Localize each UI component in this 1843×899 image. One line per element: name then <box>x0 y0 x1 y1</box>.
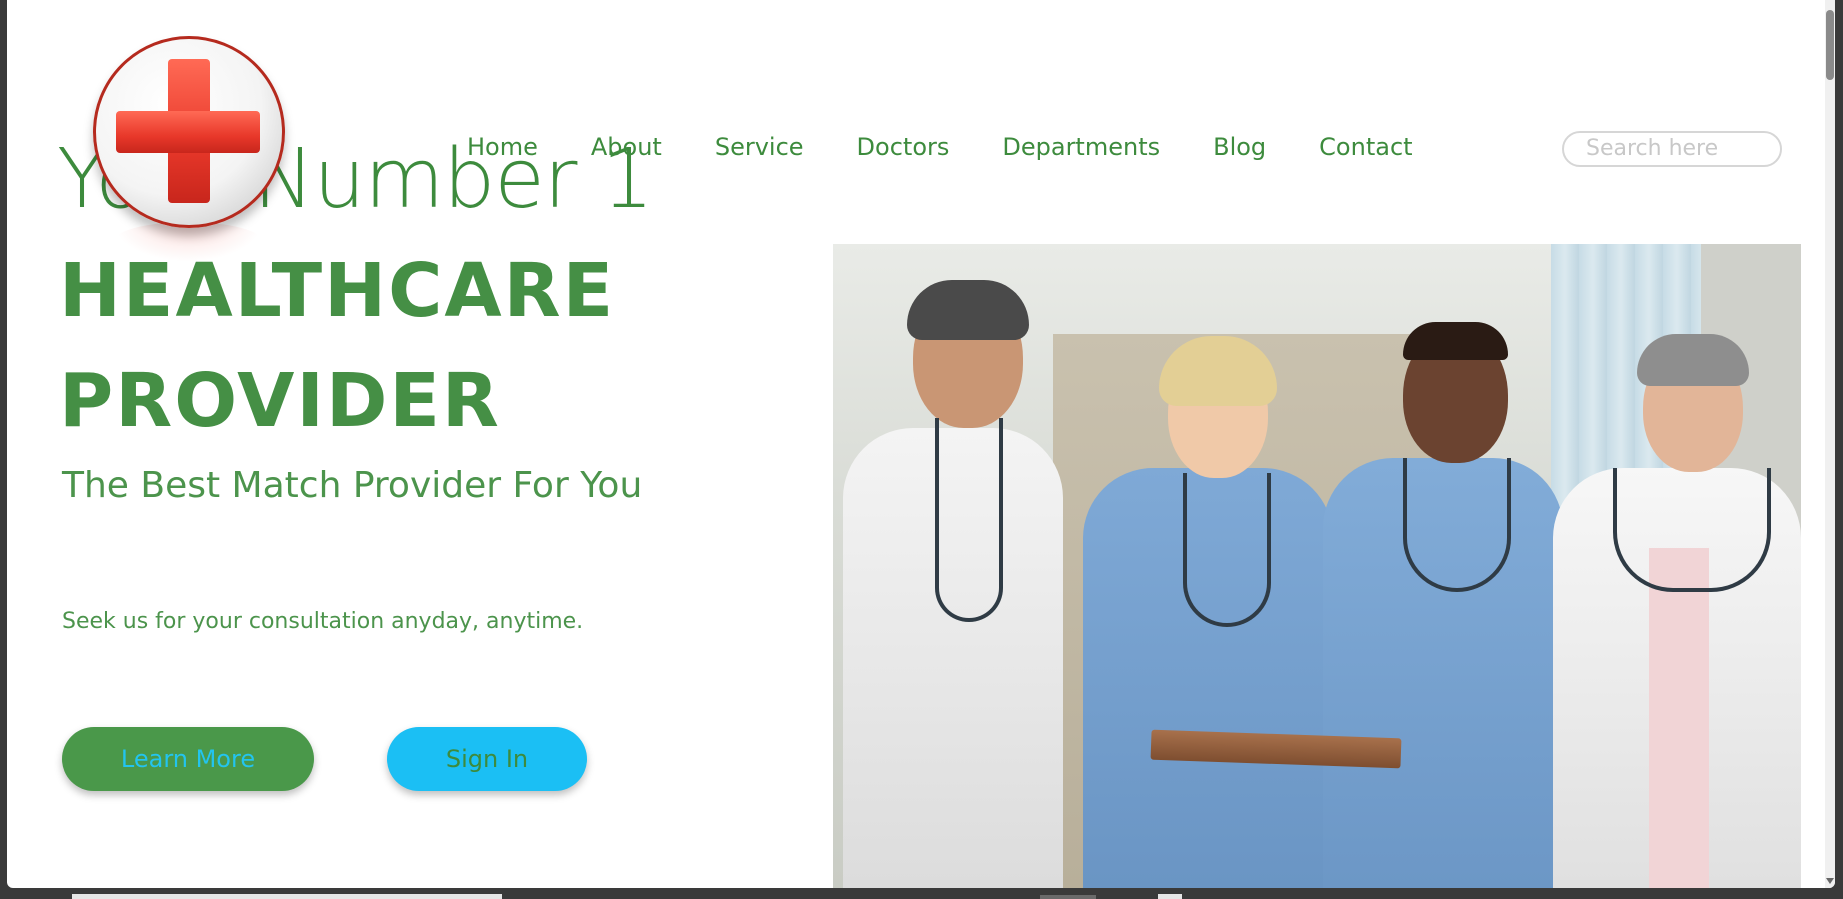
nav-departments[interactable]: Departments <box>1002 133 1160 161</box>
photo-doctor-woman <box>1553 328 1801 888</box>
medical-team-photo <box>833 244 1801 888</box>
hero-tagline: Seek us for your consultation anyday, an… <box>62 609 584 634</box>
taskbar <box>0 888 1843 899</box>
medical-cross-logo-icon[interactable] <box>93 36 285 228</box>
photo-nurse-woman <box>1083 328 1333 888</box>
nav-home[interactable]: Home <box>467 133 538 161</box>
nav-about[interactable]: About <box>591 133 662 161</box>
nav-doctors[interactable]: Doctors <box>857 133 950 161</box>
photo-nurse-man <box>1323 308 1563 888</box>
sign-in-button[interactable]: Sign In <box>387 727 587 791</box>
vertical-scrollbar[interactable] <box>1825 0 1835 888</box>
nav-contact[interactable]: Contact <box>1319 133 1412 161</box>
main-nav: Home About Service Doctors Departments B… <box>467 133 1466 161</box>
photo-doctor-man <box>843 268 1063 888</box>
cross-horizontal-bar <box>116 111 260 153</box>
scrollbar-thumb[interactable] <box>1826 10 1834 80</box>
hero-heading-line2: HEALTHCARE <box>59 248 616 334</box>
nav-service[interactable]: Service <box>715 133 804 161</box>
search-input[interactable]: Search here <box>1562 131 1782 167</box>
scroll-down-arrow-icon[interactable] <box>1826 878 1834 884</box>
taskbar-item[interactable] <box>1040 895 1096 899</box>
hero-subtitle: The Best Match Provider For You <box>62 465 643 506</box>
browser-viewport: Home About Service Doctors Departments B… <box>7 0 1835 888</box>
taskbar-item[interactable] <box>1158 894 1182 899</box>
logo-reflection <box>113 222 263 262</box>
learn-more-button[interactable]: Learn More <box>62 727 314 791</box>
taskbar-item[interactable] <box>72 894 502 899</box>
hero-heading-line3: PROVIDER <box>59 358 501 444</box>
nav-blog[interactable]: Blog <box>1213 133 1266 161</box>
